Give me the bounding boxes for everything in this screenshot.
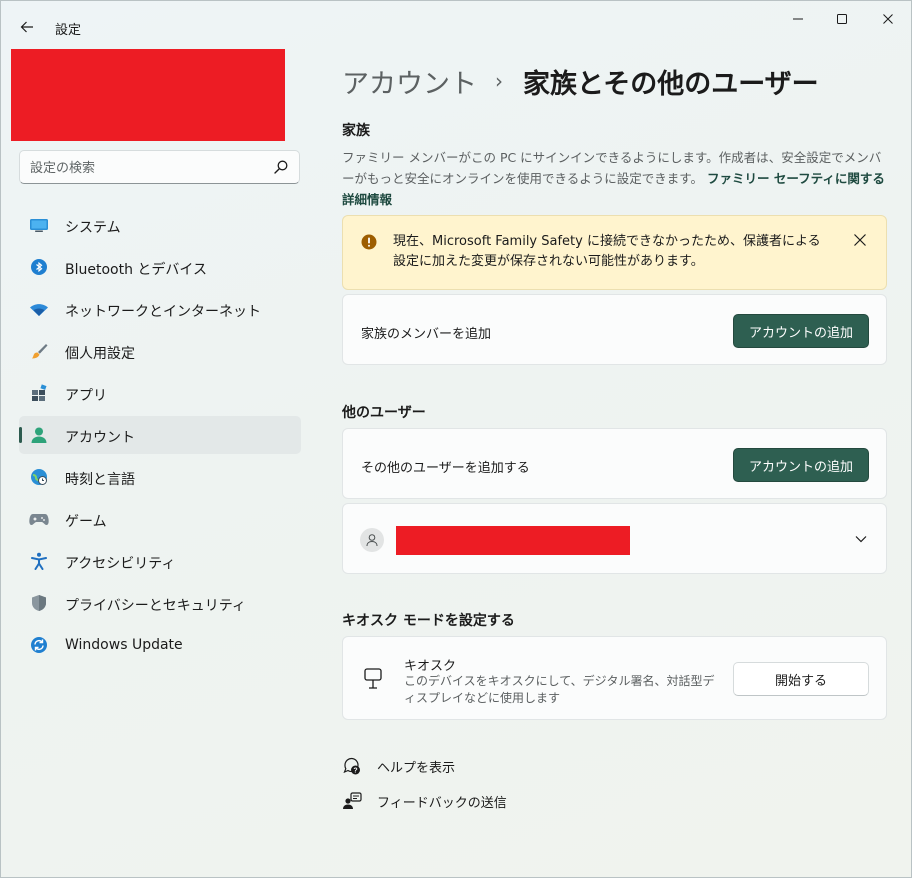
sidebar-item-time-language[interactable]: 時刻と言語 <box>19 458 301 496</box>
sidebar-nav: システム Bluetooth とデバイス ネットワークとインターネット 個人用設… <box>19 206 301 668</box>
show-help-link[interactable]: ? ヘルプを表示 <box>342 755 455 777</box>
kiosk-description: このデバイスをキオスクにして、デジタル署名、対話型ディスプレイなどに使用します <box>404 674 715 705</box>
warning-icon <box>361 234 377 250</box>
feedback-icon <box>342 791 362 811</box>
help-icon: ? <box>342 756 362 776</box>
apps-icon <box>29 384 49 402</box>
sidebar-item-accessibility[interactable]: アクセシビリティ <box>19 542 301 580</box>
search-box[interactable] <box>19 150 300 184</box>
update-icon <box>29 636 49 654</box>
back-button[interactable] <box>13 13 41 41</box>
sidebar-item-privacy-security[interactable]: プライバシーとセキュリティ <box>19 584 301 622</box>
warning-line-2: 設定に加えた変更が保存されない可能性があります。 <box>393 254 704 269</box>
family-description: ファミリー メンバーがこの PC にサインインできるようにします。作成者は、安全… <box>342 147 887 210</box>
settings-window: 設定 システム Bluetooth とデバイス <box>0 0 912 878</box>
sidebar-item-network[interactable]: ネットワークとインターネット <box>19 290 301 328</box>
warning-infobar: 現在、Microsoft Family Safety に接続できなかったため、保… <box>342 215 887 290</box>
sidebar-item-label: Windows Update <box>65 637 183 653</box>
app-title: 設定 <box>55 23 82 38</box>
warning-line-1: 現在、Microsoft Family Safety に接続できなかったため、保… <box>393 234 821 249</box>
bluetooth-icon <box>29 258 49 276</box>
add-other-account-button[interactable]: アカウントの追加 <box>733 448 869 482</box>
page-title: 家族とその他のユーザー <box>523 68 819 100</box>
sidebar-item-accounts[interactable]: アカウント <box>19 416 301 454</box>
kiosk-title: キオスク <box>404 659 457 674</box>
kiosk-card: キオスク このデバイスをキオスクにして、デジタル署名、対話型ディスプレイなどに使… <box>342 636 887 720</box>
person-icon <box>366 534 378 547</box>
sidebar-item-label: ネットワークとインターネット <box>65 304 261 320</box>
sidebar-item-label: Bluetooth とデバイス <box>65 262 207 278</box>
add-family-member-card: 家族のメンバーを追加 アカウントの追加 <box>342 294 887 365</box>
avatar <box>360 528 384 552</box>
sidebar-item-apps[interactable]: アプリ <box>19 374 301 412</box>
sidebar-item-label: システム <box>65 220 121 236</box>
chevron-down-icon[interactable] <box>854 532 868 546</box>
sidebar-item-label: ゲーム <box>65 514 107 530</box>
close-window-button[interactable] <box>873 7 903 31</box>
close-icon[interactable] <box>852 232 868 248</box>
breadcrumb-separator: › <box>495 69 503 93</box>
sidebar-item-label: アプリ <box>65 388 107 404</box>
other-users-section-title: 他のユーザー <box>342 405 426 421</box>
sidebar-item-windows-update[interactable]: Windows Update <box>19 626 301 664</box>
breadcrumb-parent[interactable]: アカウント <box>342 62 477 101</box>
user-account-card[interactable] <box>342 503 887 574</box>
warning-message: 現在、Microsoft Family Safety に接続できなかったため、保… <box>393 232 833 272</box>
search-icon[interactable] <box>273 159 289 175</box>
sidebar-item-label: 時刻と言語 <box>65 472 135 488</box>
sidebar-item-label: アクセシビリティ <box>65 556 176 572</box>
minimize-icon <box>793 18 803 20</box>
accessibility-icon <box>29 552 49 570</box>
kiosk-icon <box>364 668 382 689</box>
title-bar: 設定 <box>1 1 911 41</box>
kiosk-start-button[interactable]: 開始する <box>733 662 869 696</box>
sidebar-item-label: アカウント <box>65 430 135 446</box>
close-icon <box>883 14 893 24</box>
feedback-label: フィードバックの送信 <box>377 795 507 811</box>
add-family-member-label: 家族のメンバーを追加 <box>361 327 492 342</box>
feedback-link[interactable]: フィードバックの送信 <box>342 790 507 812</box>
sidebar-item-personalization[interactable]: 個人用設定 <box>19 332 301 370</box>
wifi-icon <box>29 300 49 318</box>
minimize-button[interactable] <box>783 7 813 31</box>
maximize-icon <box>837 14 847 24</box>
search-input[interactable] <box>30 158 250 178</box>
sidebar-item-label: プライバシーとセキュリティ <box>65 598 246 614</box>
svg-text:?: ? <box>353 768 357 775</box>
time-language-icon <box>29 468 49 486</box>
show-help-label: ヘルプを表示 <box>377 760 456 776</box>
family-section-title: 家族 <box>342 123 370 139</box>
breadcrumb: アカウント › 家族とその他のユーザー <box>342 61 819 101</box>
selection-indicator <box>19 427 22 443</box>
profile-redacted[interactable] <box>11 49 285 141</box>
add-family-account-button[interactable]: アカウントの追加 <box>733 314 869 348</box>
maximize-button[interactable] <box>827 7 857 31</box>
sidebar-item-gaming[interactable]: ゲーム <box>19 500 301 538</box>
back-arrow-icon <box>20 21 33 33</box>
brush-icon <box>29 342 49 360</box>
sidebar-item-bluetooth[interactable]: Bluetooth とデバイス <box>19 248 301 286</box>
add-other-user-card: その他のユーザーを追加する アカウントの追加 <box>342 428 887 499</box>
sidebar-item-label: 個人用設定 <box>65 346 135 362</box>
system-icon <box>29 216 49 234</box>
kiosk-section-title: キオスク モードを設定する <box>342 613 515 629</box>
sidebar-item-system[interactable]: システム <box>19 206 301 244</box>
account-icon <box>29 426 49 444</box>
shield-icon <box>29 594 49 612</box>
add-other-user-label: その他のユーザーを追加する <box>361 461 530 476</box>
user-name-redacted <box>396 526 630 555</box>
gamepad-icon <box>29 510 49 528</box>
